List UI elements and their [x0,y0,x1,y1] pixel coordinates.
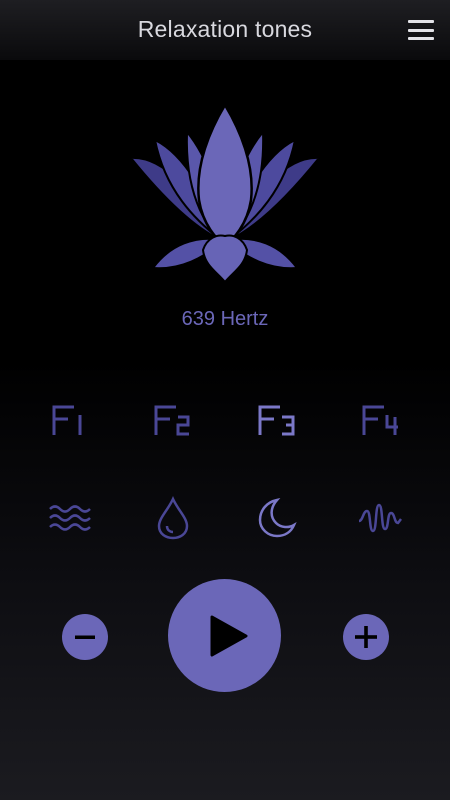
sound-selector [0,493,450,543]
waves-button[interactable] [42,493,98,543]
play-button[interactable] [168,579,281,692]
volume-down-button[interactable] [62,614,108,660]
plus-icon [355,626,377,648]
water-drop-button[interactable] [145,493,201,543]
waves-icon [49,505,91,531]
lotus-icon [128,102,322,284]
volume-up-button[interactable] [343,614,389,660]
app-header: Relaxation tones [0,0,450,60]
sound-wave-button[interactable] [352,493,408,543]
sound-wave-icon [358,503,402,533]
minus-icon [75,635,95,639]
frequency-selector: F [0,395,450,445]
frequency-f2-button[interactable] [142,395,202,445]
play-icon [210,615,247,656]
frequency-f4-button[interactable] [350,395,410,445]
moon-button[interactable] [248,493,304,543]
frequency-f1-button[interactable]: F [40,395,100,445]
frequency-label: 639 Hertz [181,308,269,330]
moon-icon [258,498,297,538]
hamburger-menu-icon[interactable] [406,16,436,44]
page-title: Relaxation tones [137,16,313,42]
water-drop-icon [157,496,189,540]
frequency-f3-button[interactable] [246,395,306,445]
